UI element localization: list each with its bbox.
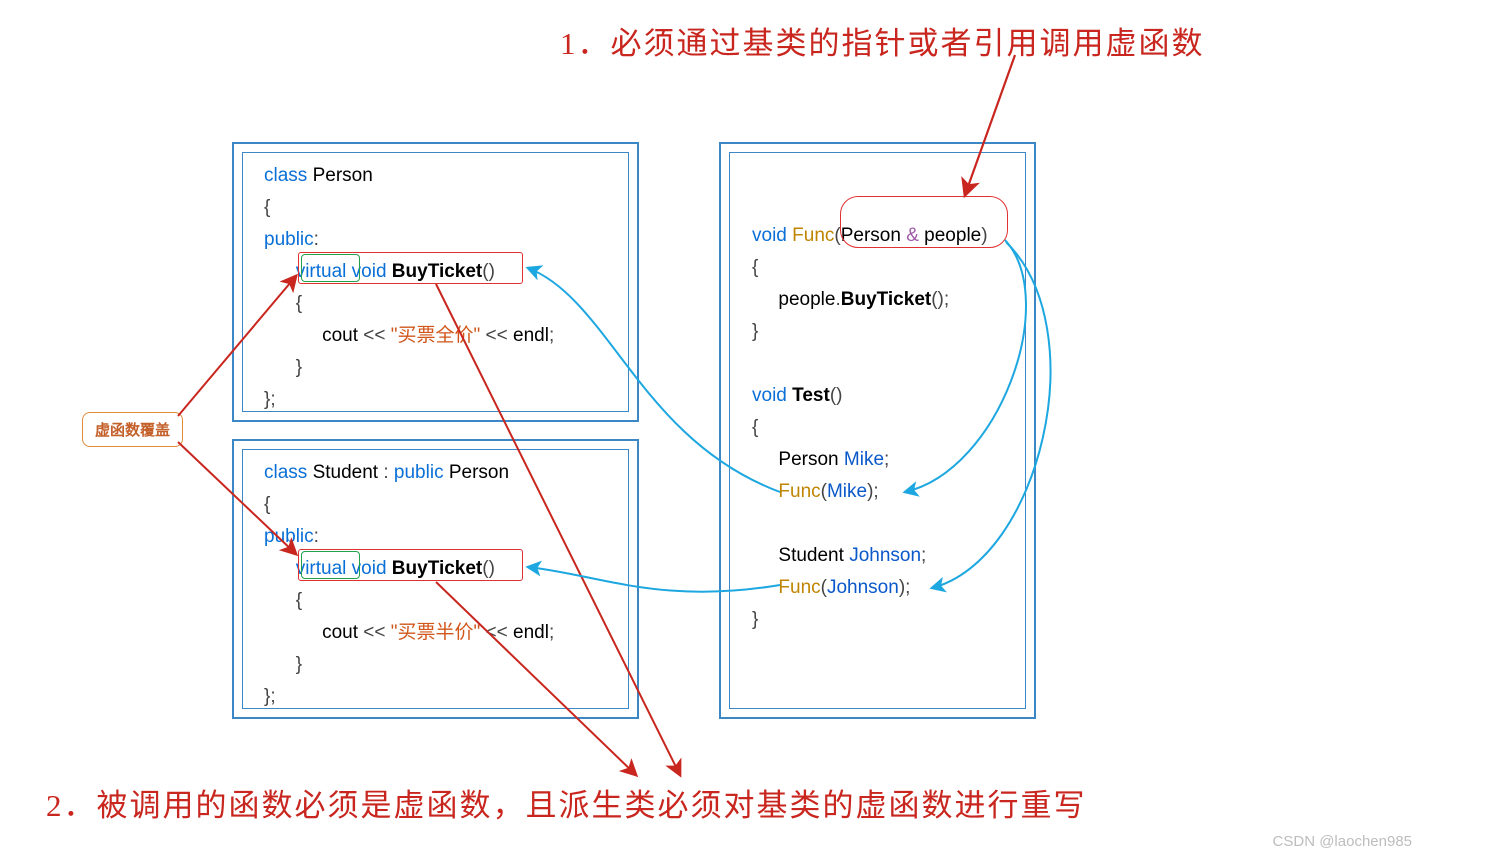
diagram-stage: 1．必须通过基类的指针或者引用调用虚函数 2．被调用的函数必须是虚函数，且派生类… (0, 0, 1492, 864)
highlight-student-virtual-kw (301, 551, 360, 579)
watermark: CSDN @laochen985 (1273, 833, 1412, 850)
annotation-top: 1．必须通过基类的指针或者引用调用虚函数 (560, 18, 1205, 63)
annotation-bottom: 2．被调用的函数必须是虚函数，且派生类必须对基类的虚函数进行重写 (46, 780, 1087, 825)
highlight-person-virtual-kw (301, 254, 360, 282)
code-person: class Person { public: virtual void BuyT… (264, 160, 554, 416)
code-student: class Student : public Person { public: … (264, 457, 554, 713)
badge-override: 虚函数覆盖 (82, 412, 183, 447)
highlight-func-param (840, 196, 1008, 248)
code-right: void Func(Person & people) { people.BuyT… (752, 220, 988, 636)
